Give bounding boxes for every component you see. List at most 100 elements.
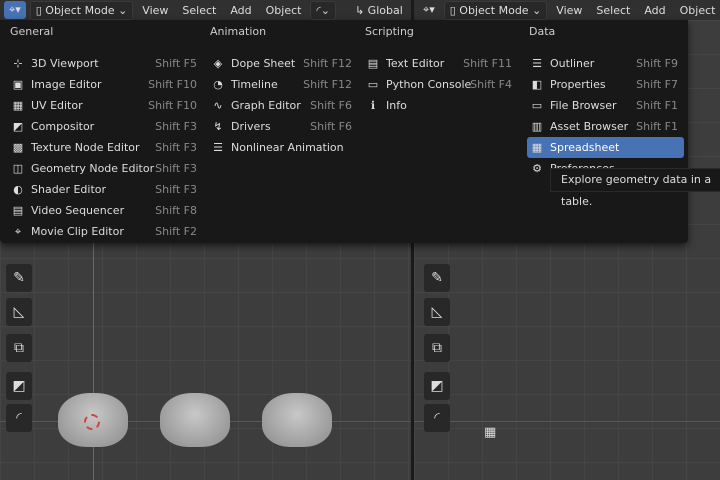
menu-item-image-editor[interactable]: ▣ Image Editor Shift F10 xyxy=(8,74,203,95)
measure-tool-icon[interactable]: ◺ xyxy=(6,298,32,326)
shortcut-label: Shift F4 xyxy=(470,78,512,91)
menu-item-label: Text Editor xyxy=(386,57,445,70)
editor-type-button[interactable]: ⌖▾ xyxy=(418,1,440,19)
menu-item-dope-sheet[interactable]: ◈ Dope Sheet Shift F12 xyxy=(208,53,358,74)
shortcut-label: Shift F1 xyxy=(636,120,678,133)
menu-item-geometry-node-editor[interactable]: ◫ Geometry Node Editor Shift F3 xyxy=(8,158,203,179)
menu-item-label: Compositor xyxy=(31,120,95,133)
shortcut-label: Shift F5 xyxy=(155,57,197,70)
text-editor-icon: ▤ xyxy=(367,57,379,70)
header-right: ⌖▾ ▯ Object Mode ⌄ View Select Add Objec… xyxy=(414,0,720,20)
shortcut-label: Shift F3 xyxy=(155,183,197,196)
menu-item-info[interactable]: ℹ Info xyxy=(363,95,518,116)
menu-object[interactable]: Object xyxy=(261,2,307,19)
menu-view[interactable]: View xyxy=(137,2,173,19)
menu-add[interactable]: Add xyxy=(639,2,670,19)
menu-item-label: Timeline xyxy=(231,78,278,91)
shortcut-label: Shift F12 xyxy=(303,57,352,70)
3d-cursor[interactable] xyxy=(84,414,100,430)
menu-item-label: Movie Clip Editor xyxy=(31,225,124,238)
menu-item-label: Outliner xyxy=(550,57,595,70)
menu-item-uv-editor[interactable]: ▦ UV Editor Shift F10 xyxy=(8,95,203,116)
preferences-icon: ⚙ xyxy=(532,162,542,175)
menu-item-label: 3D Viewport xyxy=(31,57,99,70)
menu-item-outliner[interactable]: ☰ Outliner Shift F9 xyxy=(527,53,684,74)
menu-select[interactable]: Select xyxy=(591,2,635,19)
menu-item-drivers[interactable]: ↯ Drivers Shift F6 xyxy=(208,116,358,137)
orientation-dropdown[interactable]: ↳ Global xyxy=(350,2,408,19)
menu-item-label: UV Editor xyxy=(31,99,83,112)
menu-item-spreadsheet[interactable]: ▦ Spreadsheet xyxy=(527,137,684,158)
menu-item-file-browser[interactable]: ▭ File Browser Shift F1 xyxy=(527,95,684,116)
suzanne-mesh[interactable] xyxy=(262,393,332,447)
transform-tool-icon[interactable]: ◩ xyxy=(424,372,450,400)
shortcut-label: Shift F3 xyxy=(155,162,197,175)
menu-item-movie-clip-editor[interactable]: ⌖ Movie Clip Editor Shift F2 xyxy=(8,221,203,242)
measure-tool-icon[interactable]: ◺ xyxy=(424,298,450,326)
menu-item-nonlinear-animation[interactable]: ☰ Nonlinear Animation xyxy=(208,137,358,158)
file-browser-icon: ▭ xyxy=(531,99,543,112)
menu-item-label: Nonlinear Animation xyxy=(231,141,344,154)
properties-icon: ◧ xyxy=(531,78,543,91)
suzanne-mesh[interactable] xyxy=(160,393,230,447)
menu-object[interactable]: Object xyxy=(675,2,720,19)
drivers-icon: ↯ xyxy=(213,120,223,133)
transform-tool-icon[interactable]: ◩ xyxy=(6,372,32,400)
menu-item-timeline[interactable]: ◔ Timeline Shift F12 xyxy=(208,74,358,95)
shortcut-label: Shift F10 xyxy=(148,99,197,112)
menu-item-shader-editor[interactable]: ◐ Shader Editor Shift F3 xyxy=(8,179,203,200)
annotate-tool-icon[interactable]: ✎ xyxy=(424,264,450,292)
timeline-icon: ◔ xyxy=(213,78,223,91)
shortcut-label: Shift F12 xyxy=(303,78,352,91)
add-cube-tool-icon[interactable]: ⧉ xyxy=(6,334,32,362)
header-left: ⌖▾ ▯ Object Mode ⌄ View Select Add Objec… xyxy=(0,0,411,20)
mode-label: Object Mode xyxy=(459,3,529,17)
menu-add[interactable]: Add xyxy=(225,2,256,19)
column-heading: Animation xyxy=(210,25,267,38)
mode-dropdown[interactable]: ▯ Object Mode ⌄ xyxy=(443,0,548,20)
menu-item-text-editor[interactable]: ▤ Text Editor Shift F11 xyxy=(363,53,518,74)
menu-item-label: Asset Browser xyxy=(550,120,629,133)
info-icon: ℹ xyxy=(370,99,376,112)
python-console-icon: ▭ xyxy=(367,78,379,91)
x-axis-line xyxy=(414,421,720,422)
add-cube-tool-icon[interactable]: ⧉ xyxy=(424,334,450,362)
menu-item-label: Python Console xyxy=(386,78,472,91)
shortcut-label: Shift F3 xyxy=(155,120,197,133)
menu-item-python-console[interactable]: ▭ Python Console Shift F4 xyxy=(363,74,518,95)
menu-item-properties[interactable]: ◧ Properties Shift F7 xyxy=(527,74,684,95)
menu-item-label: File Browser xyxy=(550,99,617,112)
shear-tool-icon[interactable]: ◜ xyxy=(424,404,450,432)
menu-item-label: Texture Node Editor xyxy=(31,141,140,154)
menu-item-3d-viewport[interactable]: ⊹ 3D Viewport Shift F5 xyxy=(8,53,203,74)
uv-editor-icon: ▦ xyxy=(12,99,24,112)
menu-item-texture-node-editor[interactable]: ▩ Texture Node Editor Shift F3 xyxy=(8,137,203,158)
menu-item-graph-editor[interactable]: ∿ Graph Editor Shift F6 xyxy=(208,95,358,116)
graph-editor-icon: ∿ xyxy=(213,99,223,112)
shortcut-label: Shift F6 xyxy=(310,120,352,133)
shear-tool-icon[interactable]: ◜ xyxy=(6,404,32,432)
compositor-icon: ◩ xyxy=(12,120,24,133)
menu-select[interactable]: Select xyxy=(177,2,221,19)
menu-item-compositor[interactable]: ◩ Compositor Shift F3 xyxy=(8,116,203,137)
menu-item-video-sequencer[interactable]: ▤ Video Sequencer Shift F8 xyxy=(8,200,203,221)
menu-item-label: Info xyxy=(386,99,407,112)
shader-editor-icon: ◐ xyxy=(13,183,23,196)
menu-item-label: Drivers xyxy=(231,120,271,133)
menu-item-asset-browser[interactable]: ▥ Asset Browser Shift F1 xyxy=(527,116,684,137)
mode-dropdown[interactable]: ▯ Object Mode ⌄ xyxy=(29,0,134,20)
menu-item-label: Properties xyxy=(550,78,606,91)
menu-item-label: Spreadsheet xyxy=(550,141,620,154)
column-heading: Scripting xyxy=(365,25,414,38)
checker-icon: ▦ xyxy=(484,425,497,440)
editor-type-button[interactable]: ⌖▾ xyxy=(4,1,26,19)
image-editor-icon: ▣ xyxy=(12,78,24,91)
column-heading: General xyxy=(10,25,54,38)
menu-view[interactable]: View xyxy=(551,2,587,19)
menu-column-scripting: Scripting ▤ Text Editor Shift F11 ▭ Python Co… xyxy=(363,20,518,116)
menu-item-label: Video Sequencer xyxy=(31,204,125,217)
annotate-tool-icon[interactable]: ✎ xyxy=(6,264,32,292)
video-sequencer-icon: ▤ xyxy=(12,204,24,217)
spreadsheet-icon: ▦ xyxy=(531,141,543,154)
snap-dropdown[interactable]: ◜⌄ xyxy=(310,0,336,20)
